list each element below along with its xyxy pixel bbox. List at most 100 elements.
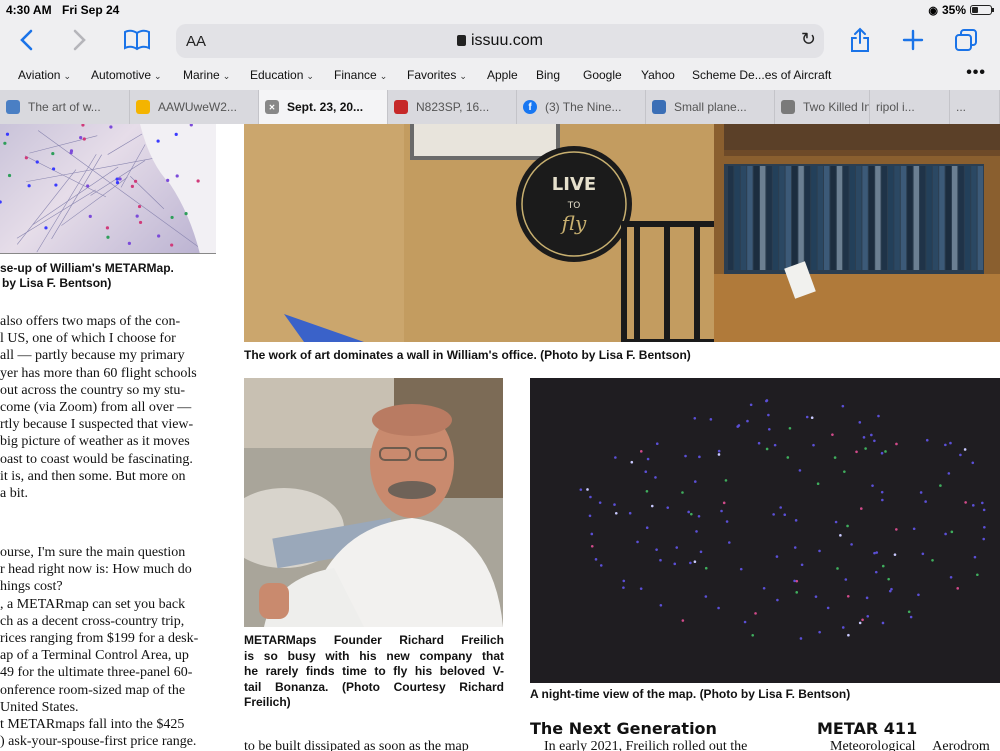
article-line: oast to coast would be fascinating. [0,451,193,467]
chevron-down-icon: ⌄ [459,71,467,81]
article-line: ch as a decent cross-country trip, [0,613,185,629]
founder-caption-line: he rarely finds time to fly his beloved … [244,664,504,679]
bookmark-bing[interactable]: Bing [536,68,560,82]
bookmark-automotive[interactable]: Automotive ⌄ [91,68,162,82]
bookmarks-bar: Aviation ⌄ Automotive ⌄ Marine ⌄ Education ⌄ Fin… [0,62,1000,90]
battery-percent: 35% [941,3,966,17]
article-line: t METARmaps fall into the $425 [0,717,185,733]
status-time: 4:30 AM [6,3,52,17]
battery-icon [970,5,994,15]
url-display[interactable]: issuu.com [176,32,824,50]
bookmark-yahoo[interactable]: Yahoo [641,68,675,82]
bookmark-label: Favorites [407,68,457,82]
back-icon[interactable] [10,24,42,56]
bookmark-finance[interactable]: Finance ⌄ [334,68,387,82]
chevron-down-icon: ⌄ [222,71,231,81]
bookmark-label: Marine [183,68,220,82]
share-icon[interactable] [844,24,876,56]
article-line: out across the country so my stu- [0,382,186,398]
bookmark-favorites[interactable]: Favorites ⌄ [407,68,467,82]
bookmark-label: Scheme De...es of Aircraft [692,68,832,82]
article-line: rices ranging from $199 for a desk- [0,631,199,647]
tab-label: AAWUweW2... [158,100,237,114]
bookmarks-book-icon[interactable] [121,24,153,56]
founder-caption-line: Freilich) [244,695,291,710]
article-line: r head right now is: How much do [0,562,192,578]
page-content: se-up of William's METARMap. by Lisa F. … [0,124,1000,751]
browser-tab[interactable]: ✕ Sept. 23, 20... [259,90,388,124]
sign-live-text: LIVE [552,174,596,195]
sign-to-text: TO [567,201,581,211]
asn-icon [394,100,408,114]
address-bar[interactable]: AA issuu.com ↻ [176,24,824,58]
status-date: Fri Sep 24 [62,3,120,17]
founder-caption-line: is so busy with his new company that [244,648,504,663]
metar-map-closeup-image [0,124,216,254]
article-line: come (via Zoom) from all over — [0,400,192,416]
article-line: also offers two maps of the con- [0,314,181,329]
bookmark-marine[interactable]: Marine ⌄ [183,68,230,82]
bookmark-aviation[interactable]: Aviation ⌄ [18,68,71,82]
article-line: l US, one of which I choose for [0,331,176,347]
site-icon [781,100,795,114]
chevron-down-icon: ⌄ [63,71,72,81]
browser-tab[interactable]: Small plane... [646,90,775,124]
browser-tab[interactable]: AAWUweW2... [130,90,259,124]
bookmark-apple[interactable]: Apple [487,68,518,82]
map-caption: se-up of William's METARMap. by Lisa F. … [0,261,174,291]
url-text: issuu.com [470,32,544,49]
bookmark-scheme-de-es-of-aircraft[interactable]: Scheme De...es of Aircraft [692,68,831,82]
browser-tab[interactable]: ... [950,90,1000,124]
map-caption-line: se-up of William's METARMap. [0,261,174,275]
bookmark-label: Finance [334,68,377,82]
article-line: it is, and then some. But more on [0,468,186,484]
chevron-down-icon: ⌄ [306,71,314,81]
forward-icon[interactable] [64,24,96,56]
article-column-4-line: Meteorological Aerodrom [830,739,990,751]
bookmark-label: Bing [536,68,561,82]
tab-label: Sept. 23, 20... [287,100,364,114]
bookmark-label: Yahoo [641,68,675,82]
browser-tab[interactable]: N823SP, 16... [388,90,517,124]
bookmark-label: Google [583,68,622,82]
more-bookmarks-icon[interactable]: ••• [966,64,986,82]
tab-label: Small plane... [674,100,747,114]
tab-bar: The art of w... AAWUweW2... ✕ Sept. 23, 20.… [0,90,1000,124]
wifi-icon: ◉ [928,4,938,17]
article-line: 49 for the ultimate three-panel 60- [0,665,193,681]
sign-fly-text: fly [560,211,587,235]
bookmark-label: Automotive [91,68,152,82]
new-tab-icon[interactable] [897,24,929,56]
article-line: rtly because I suspected that view- [0,417,194,433]
article-column-3-line: In early 2021, Freilich rolled out the [544,739,748,751]
article-line: onference room-sized map of the [0,682,186,698]
tab-label: Two Killed In... [803,100,869,114]
bookmark-label: Education [250,68,304,82]
facebook-icon: f [523,100,537,114]
night-caption: A night-time view of the map. (Photo by … [530,687,851,701]
article-column-2-line: to be built dissipated as soon as the ma… [244,739,469,751]
heading-next-generation: The Next Generation [530,719,717,738]
night-map-photo [530,378,1000,683]
article-line: yer has more than 60 flight schools [0,365,197,381]
tab-overview-icon[interactable] [950,24,982,56]
status-bar: 4:30 AM Fri Sep 24 ◉ 35% [0,0,1000,20]
x-icon [6,100,20,114]
google-drive-icon [136,100,150,114]
close-icon[interactable]: ✕ [265,100,279,114]
tab-label: ... [956,100,967,114]
bookmark-google[interactable]: Google [583,68,622,82]
article-column-1-para-1: also offers two maps of the con-l US, on… [0,313,197,502]
browser-tab[interactable]: f (3) The Nine... [517,90,646,124]
reload-icon[interactable]: ↻ [801,29,816,50]
article-line: big picture of weather as it moves [0,434,190,450]
chevron-down-icon: ⌄ [379,71,388,81]
browser-tab[interactable]: ripol i... [870,90,950,124]
founder-photo [244,378,503,627]
site-icon [652,100,666,114]
browser-toolbar: AA issuu.com ↻ [0,20,1000,62]
bookmark-education[interactable]: Education ⌄ [250,68,314,82]
browser-tab[interactable]: The art of w... [0,90,130,124]
browser-tab[interactable]: Two Killed In... [775,90,870,124]
article-line: ap of a Terminal Control Area, up [0,648,189,664]
